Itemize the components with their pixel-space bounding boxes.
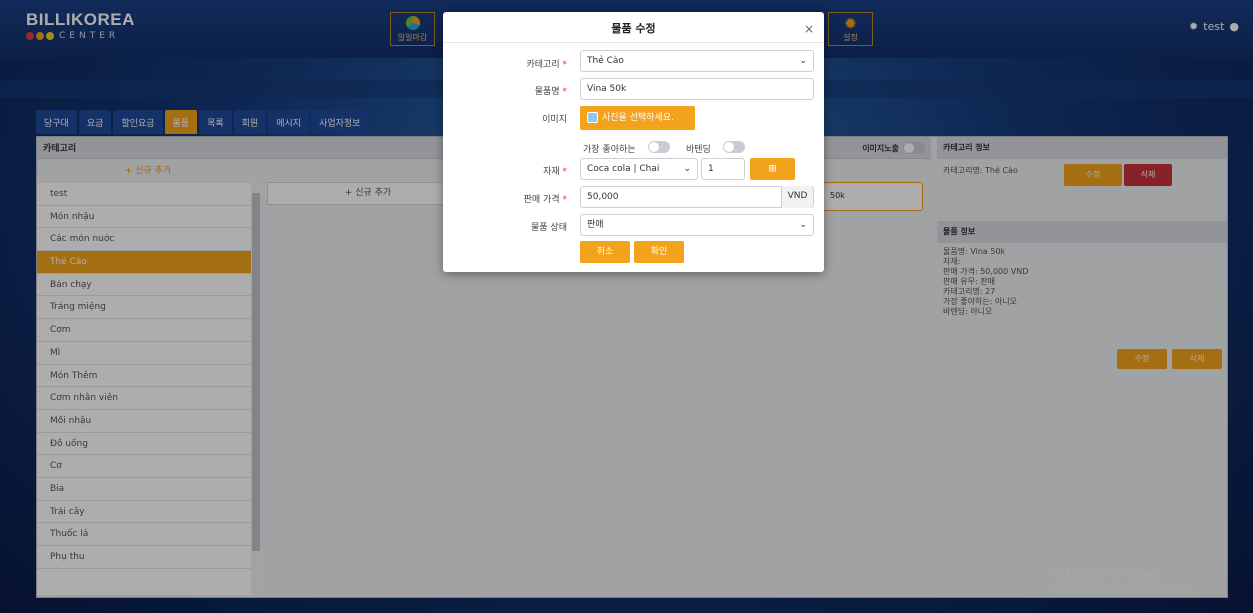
image-icon	[587, 112, 598, 123]
cancel-button[interactable]: 취소	[580, 241, 630, 263]
price-field-label: 판매 가격 *	[523, 195, 567, 205]
add-material-button[interactable]: ⊞	[750, 158, 795, 180]
currency-addon: VND	[781, 186, 813, 208]
category-field-label: 카테고리 *	[526, 60, 568, 70]
modal-title: 물품 수정	[611, 22, 656, 35]
status-select[interactable]: 판매 ⌄	[580, 214, 814, 236]
price-input[interactable]: 50,000 VND	[580, 186, 814, 208]
plus-square-icon: ⊞	[768, 164, 777, 174]
item-name-input[interactable]: Vina 50k	[580, 78, 814, 100]
bartending-toggle[interactable]	[723, 141, 745, 153]
bartending-label: 바텐딩	[686, 145, 711, 155]
favorite-toggle[interactable]	[648, 141, 670, 153]
image-field-label: 이미지	[542, 115, 567, 125]
material-quantity-input[interactable]: 1	[701, 158, 745, 180]
modal-divider	[443, 42, 824, 43]
chevron-down-icon: ⌄	[683, 164, 691, 174]
confirm-button[interactable]: 확인	[634, 241, 684, 263]
material-select[interactable]: Coca cola | Chai ⌄	[580, 158, 698, 180]
close-icon[interactable]: ×	[804, 22, 814, 36]
material-field-label: 자재 *	[543, 167, 567, 177]
select-photo-button[interactable]: 사진을 선택하세요.	[580, 106, 695, 130]
favorite-label: 가장 좋아하는	[583, 145, 636, 155]
status-field-label: 물품 상태	[531, 223, 567, 233]
category-select[interactable]: Thẻ Cào ⌄	[580, 50, 814, 72]
edit-item-modal: 물품 수정 × 카테고리 * Thẻ Cào ⌄ 물품명 * Vina 50k …	[443, 12, 824, 272]
name-field-label: 물품명 *	[534, 87, 567, 97]
chevron-down-icon: ⌄	[799, 220, 807, 230]
chevron-down-icon: ⌄	[799, 56, 807, 66]
